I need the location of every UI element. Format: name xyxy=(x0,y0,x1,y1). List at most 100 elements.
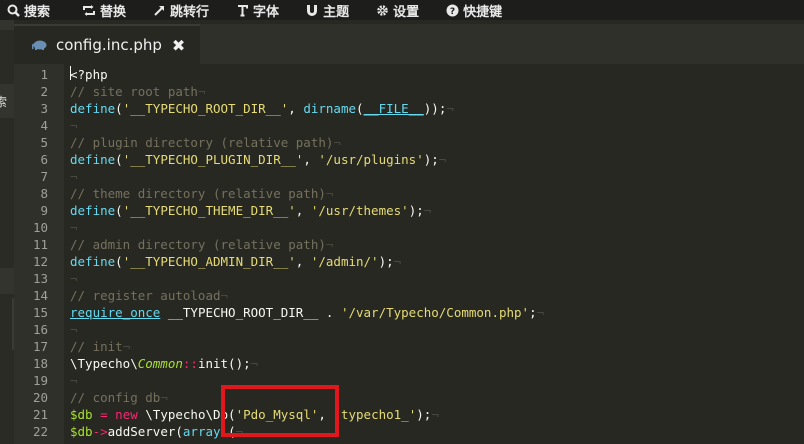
code-line[interactable]: <?php xyxy=(70,66,804,83)
toolbar-button-replace[interactable]: 替换 xyxy=(68,0,144,20)
code-token: \Typecho\ xyxy=(70,356,138,371)
code-token: ¬ xyxy=(438,152,447,167)
line-number: 14 xyxy=(32,288,48,303)
toolbar-button-font[interactable]: 字体 xyxy=(227,0,297,20)
line-number: 4 xyxy=(40,118,48,133)
code-line[interactable]: define('__TYPECHO_THEME_DIR__', '/usr/th… xyxy=(70,202,804,219)
sidebar-item-top[interactable] xyxy=(0,20,14,30)
code-token: '__TYPECHO_ADMIN_DIR__' xyxy=(122,254,296,269)
code-token: ); xyxy=(423,152,439,167)
code-token: ¬ xyxy=(393,254,402,269)
code-token: ); xyxy=(378,254,394,269)
code-token: ¬ xyxy=(70,271,78,286)
code-token: ¬ xyxy=(250,356,259,371)
code-line[interactable]: ¬ xyxy=(70,270,804,287)
code-token: '__TYPECHO_PLUGIN_DIR__' xyxy=(122,152,304,167)
code-line[interactable]: // config db¬ xyxy=(70,389,804,406)
code-line[interactable]: // site root path¬ xyxy=(70,83,804,100)
line-number: 15 xyxy=(32,305,48,320)
code-token: ¬ xyxy=(423,203,432,218)
toolbar-button-label: 字体 xyxy=(253,4,280,20)
code-line[interactable]: require_once __TYPECHO_ROOT_DIR__ . '/va… xyxy=(70,304,804,321)
code-token: )); xyxy=(423,101,447,116)
line-number: 18 xyxy=(32,356,48,371)
code-line[interactable]: ¬ xyxy=(70,321,804,338)
toolbar-button-label: 替换 xyxy=(100,4,127,20)
code-token: ( xyxy=(115,254,123,269)
code-token: define xyxy=(70,203,116,218)
code-line[interactable]: // plugin directory (relative path)¬ xyxy=(70,134,804,151)
code-token: // register autoload xyxy=(70,288,221,303)
line-number: 2 xyxy=(40,84,48,99)
code-token: array xyxy=(182,424,221,439)
code-token: define xyxy=(70,152,116,167)
code-token: $db xyxy=(70,424,93,439)
code-line[interactable]: ¬ xyxy=(70,219,804,236)
help-icon: ? xyxy=(445,3,459,17)
code-line[interactable]: // init¬ xyxy=(70,338,804,355)
toolbar-button-help[interactable]: ? 快捷键 xyxy=(437,0,520,20)
line-number: 19 xyxy=(32,373,48,388)
code-token: __FILE__ xyxy=(363,101,424,116)
toolbar-button-magnet[interactable]: 主题 xyxy=(297,0,367,20)
line-number: 6 xyxy=(40,152,48,167)
line-number: 1 xyxy=(40,67,48,82)
toolbar: 搜索 替换 跳转行 字体 主题 设置? 快捷键 xyxy=(0,0,804,20)
code-line[interactable]: define('__TYPECHO_ADMIN_DIR__', '/admin/… xyxy=(70,253,804,270)
code-token: '__TYPECHO_ROOT_DIR__' xyxy=(122,101,289,116)
toolbar-button-label: 主题 xyxy=(323,4,350,20)
code-token: // admin directory (relative path) xyxy=(70,237,326,252)
code-line[interactable]: define('__TYPECHO_ROOT_DIR__', dirname(_… xyxy=(70,100,804,117)
toolbar-button-goto-line[interactable]: 跳转行 xyxy=(144,0,227,20)
code-token: // theme directory (relative path) xyxy=(70,186,326,201)
line-number: 7 xyxy=(40,169,48,184)
code-line[interactable]: $db->addServer(array (¬ xyxy=(70,423,804,440)
replace-icon xyxy=(82,3,96,17)
code-token: ¬ xyxy=(70,373,78,388)
line-number: 8 xyxy=(40,186,48,201)
code-line[interactable]: define('__TYPECHO_PLUGIN_DIR__', '/usr/p… xyxy=(70,151,804,168)
close-icon[interactable]: ✖ xyxy=(172,36,185,55)
code-token: ); xyxy=(408,203,424,218)
toolbar-button-label: 快捷键 xyxy=(463,4,503,20)
code-token: '/usr/plugins' xyxy=(318,152,424,167)
code-token: 'typecho1_' xyxy=(333,407,417,422)
code-token: // config db xyxy=(70,390,161,405)
code-line[interactable]: // register autoload¬ xyxy=(70,287,804,304)
text-cursor xyxy=(70,66,71,80)
code-token: ¬ xyxy=(220,288,229,303)
code-token: '/usr/themes' xyxy=(310,203,409,218)
code-line[interactable]: ¬ xyxy=(70,168,804,185)
code-token: , xyxy=(303,152,319,167)
code-line[interactable]: ¬ xyxy=(70,372,804,389)
code-token: -> xyxy=(92,424,108,439)
toolbar-button-search[interactable]: 搜索 xyxy=(0,0,68,20)
magnet-icon xyxy=(305,3,319,17)
code-token: , xyxy=(288,101,304,116)
code-token: ¬ xyxy=(70,118,78,133)
code-token: // site root path xyxy=(70,84,198,99)
line-number: 10 xyxy=(32,220,48,235)
gear-icon xyxy=(375,3,389,17)
code-token: new xyxy=(115,407,138,422)
code-line[interactable]: // theme directory (relative path)¬ xyxy=(70,185,804,202)
line-number: 3 xyxy=(40,101,48,116)
toolbar-button-gear[interactable]: 设置 xyxy=(367,0,437,20)
code-token: ¬ xyxy=(325,237,334,252)
code-token: <?php xyxy=(70,67,108,82)
code-line[interactable]: \Typecho\Common::init();¬ xyxy=(70,355,804,372)
code-line[interactable]: $db = new \Typecho\Db('Pdo_Mysql', 'type… xyxy=(70,406,804,423)
tab-config-inc-php[interactable]: config.inc.php ✖ xyxy=(14,24,200,64)
code-token: ); xyxy=(416,407,432,422)
code-token: // plugin directory (relative path) xyxy=(70,135,334,150)
font-icon xyxy=(235,3,249,17)
code-token: , xyxy=(295,254,311,269)
line-number: 12 xyxy=(32,254,48,269)
code-token: ; xyxy=(529,305,537,320)
code-token: define xyxy=(70,254,116,269)
line-number: 5 xyxy=(40,135,48,150)
code-editor[interactable]: <?php// site root path¬ define('__TYPECHO… xyxy=(64,64,804,444)
code-line[interactable]: // admin directory (relative path)¬ xyxy=(70,236,804,253)
code-line[interactable]: ¬ xyxy=(70,117,804,134)
